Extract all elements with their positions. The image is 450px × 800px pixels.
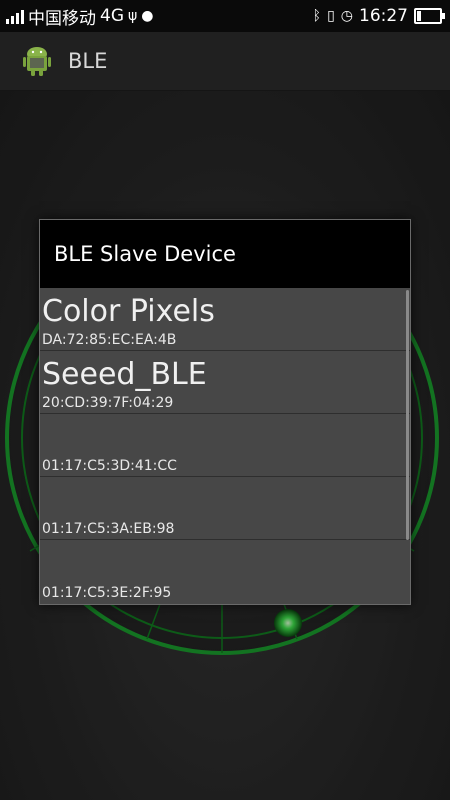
dialog-title: BLE Slave Device [40,220,410,288]
device-address: 01:17:C5:3E:2F:95 [42,585,172,601]
list-scrollbar[interactable] [406,290,409,540]
device-list-item[interactable]: Color Pixels DA:72:85:EC:EA:4B [40,288,410,351]
app-title: BLE [68,49,108,73]
alarm-icon: ◷ [340,8,353,24]
android-notification-icon: ● [141,8,154,24]
signal-icon [6,8,24,24]
device-address: 01:17:C5:3D:41:CC [42,458,177,474]
device-list-item[interactable]: 01:17:C5:3D:41:CC [40,414,410,477]
network-type-label: 4G [100,6,124,26]
android-icon [20,44,54,78]
vibrate-icon: ▯ [327,8,335,24]
device-list: Color Pixels DA:72:85:EC:EA:4B Seeed_BLE… [40,288,410,603]
device-name: Seeed_BLE [42,357,207,392]
clock-label: 16:27 [359,6,408,26]
battery-icon [414,8,445,24]
device-list-item[interactable]: 01:17:C5:3A:EB:98 [40,477,410,540]
device-list-item[interactable]: Seeed_BLE 20:CD:39:7F:04:29 [40,351,410,414]
device-address: DA:72:85:EC:EA:4B [42,332,177,348]
usb-icon: ψ [128,8,138,24]
action-bar: BLE [0,32,450,91]
device-select-dialog: BLE Slave Device Color Pixels DA:72:85:E… [39,219,411,605]
device-name: Color Pixels [42,294,215,329]
device-address: 20:CD:39:7F:04:29 [42,395,174,411]
status-bar: 中国移动 4G ψ ● ᛒ ▯ ◷ 16:27 [0,0,450,32]
device-address: 01:17:C5:3A:EB:98 [42,521,175,537]
bluetooth-icon: ᛒ [312,8,322,24]
device-list-item[interactable]: 01:17:C5:3E:2F:95 [40,540,410,603]
carrier-label: 中国移动 [28,8,96,29]
